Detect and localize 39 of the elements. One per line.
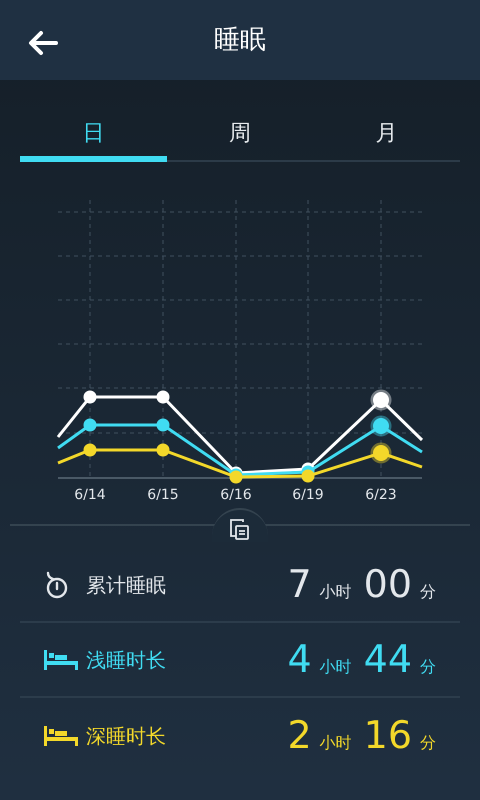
chart-point	[84, 418, 96, 432]
chart-point	[302, 470, 314, 482]
chart-point	[156, 444, 170, 456]
bed-icon	[44, 650, 78, 670]
bed-icon	[44, 726, 78, 746]
hours-unit: 小时	[320, 656, 352, 678]
chart-point	[156, 390, 170, 404]
stat-label: 浅睡时长	[86, 646, 166, 674]
minutes-value: 44	[364, 640, 412, 678]
chart-point	[370, 416, 392, 436]
date-label: 6/16	[220, 487, 252, 500]
hours-value: 4	[287, 640, 312, 678]
minutes-unit: 分	[420, 656, 436, 678]
minutes-value: 16	[364, 716, 412, 754]
hours-value: 2	[287, 716, 312, 754]
chart-point	[370, 390, 392, 410]
stat-label: 深睡时长	[86, 722, 166, 750]
chart-point	[156, 418, 170, 432]
minutes-unit: 分	[420, 581, 436, 603]
tab[interactable]: 日	[20, 110, 167, 162]
date-label: 6/15	[147, 487, 179, 500]
date-label: 6/14	[74, 487, 106, 500]
date-label: 6/19	[292, 487, 324, 500]
minutes-unit: 分	[420, 732, 436, 754]
stat-label: 累计睡眠	[86, 572, 166, 598]
tab[interactable]: 月	[313, 110, 460, 162]
back-arrow-icon	[28, 30, 58, 56]
chart-point	[84, 390, 96, 404]
page-title: 睡眠	[214, 24, 266, 56]
hours-value: 7	[287, 565, 312, 603]
hours-unit: 小时	[320, 581, 352, 603]
date-label: 6/23	[365, 487, 397, 500]
clipboard-icon	[229, 518, 251, 540]
hours-unit: 小时	[320, 732, 352, 754]
stopwatch-icon	[44, 570, 70, 598]
minutes-value: 00	[364, 565, 412, 603]
chart-point	[370, 442, 392, 464]
chart-point	[84, 444, 96, 456]
tab[interactable]: 周	[166, 110, 314, 162]
